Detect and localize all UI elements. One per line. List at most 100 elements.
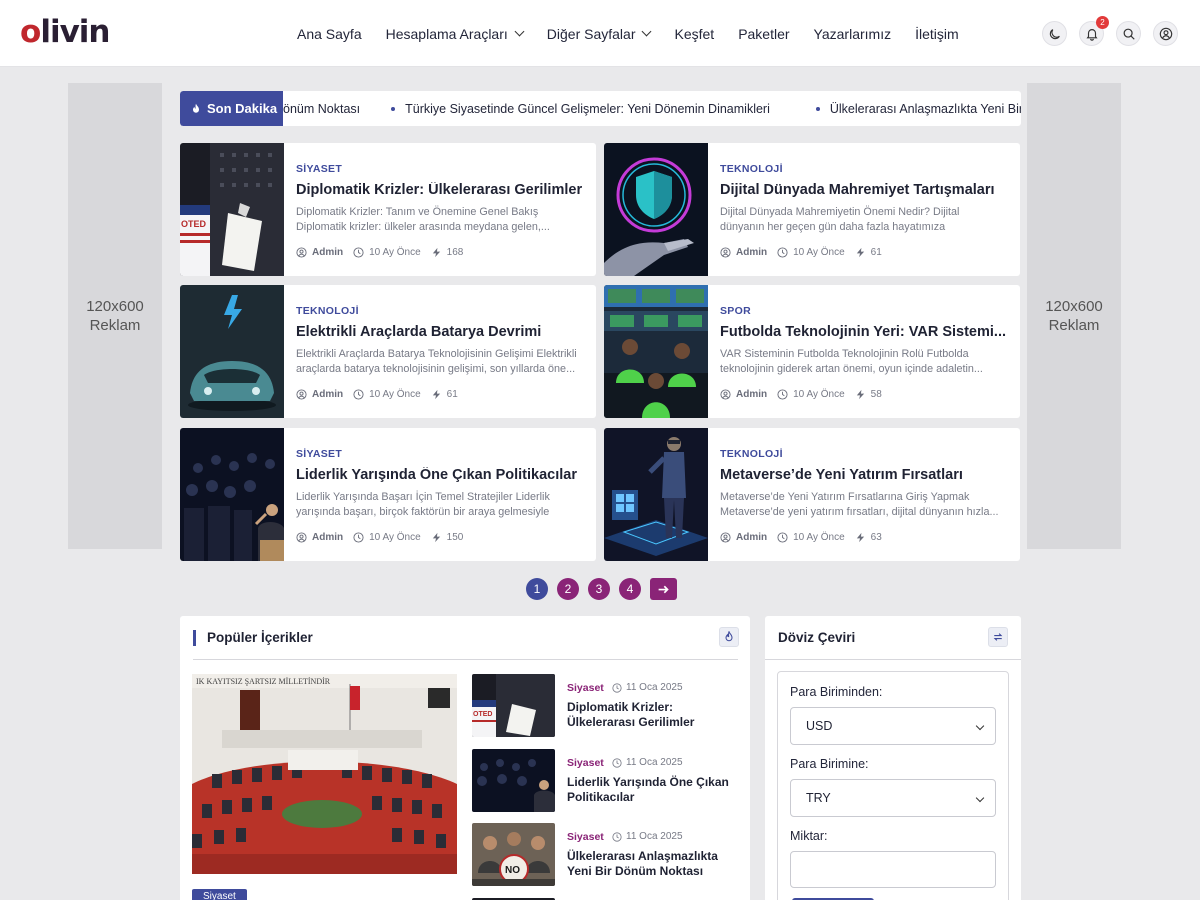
article-image bbox=[180, 285, 284, 418]
article-views: 58 bbox=[870, 389, 882, 400]
page-2-button[interactable]: 2 bbox=[557, 578, 579, 600]
to-currency-select[interactable]: TRY bbox=[790, 779, 996, 817]
article-card[interactable]: TEKNOLOJİ Elektrikli Araçlarda Batarya D… bbox=[180, 285, 596, 418]
article-image bbox=[604, 285, 708, 418]
clock-icon bbox=[612, 757, 622, 768]
article-thumbnail[interactable] bbox=[180, 285, 284, 418]
article-category[interactable]: SİYASET bbox=[296, 163, 342, 175]
svg-text:OTED: OTED bbox=[181, 219, 207, 229]
account-button[interactable] bbox=[1153, 21, 1178, 46]
bolt-icon bbox=[432, 532, 440, 543]
nav-item-contact[interactable]: İletişim bbox=[903, 26, 971, 42]
article-author[interactable]: Admin bbox=[312, 389, 343, 400]
popular-item-category[interactable]: Siyaset bbox=[567, 757, 604, 769]
popular-item-category[interactable]: Siyaset bbox=[567, 831, 604, 843]
dark-mode-button[interactable] bbox=[1042, 21, 1067, 46]
article-image: NO bbox=[472, 823, 555, 886]
nav-item-home[interactable]: Ana Sayfa bbox=[285, 26, 374, 42]
nav-item-packages[interactable]: Paketler bbox=[726, 26, 801, 42]
article-category[interactable]: SPOR bbox=[720, 305, 751, 317]
popular-item-title[interactable]: Diplomatik Krizler: Ülkelerarası Gerilim… bbox=[567, 700, 742, 730]
article-category[interactable]: TEKNOLOJİ bbox=[720, 163, 783, 175]
popular-item[interactable]: Siyaset 11 Oca 2025 Liderlik Yarışında Ö… bbox=[472, 749, 742, 813]
article-title[interactable]: Diplomatik Krizler: Ülkelerarası Gerilim… bbox=[296, 182, 586, 198]
to-currency-label: Para Birimine: bbox=[790, 757, 869, 771]
featured-image[interactable]: IK KAYITSIZ ŞARTSIZ MİLLETİNDİR bbox=[192, 674, 457, 874]
site-logo[interactable]: o livin bbox=[20, 14, 110, 50]
article-card[interactable]: SPOR Futbolda Teknolojinin Yeri: VAR Sis… bbox=[604, 285, 1020, 418]
nav-item-authors[interactable]: Yazarlarımız bbox=[802, 26, 904, 42]
popular-thumbnail[interactable] bbox=[472, 749, 555, 812]
search-button[interactable] bbox=[1116, 21, 1141, 46]
page-1-button[interactable]: 1 bbox=[526, 578, 548, 600]
from-currency-select[interactable]: USD bbox=[790, 707, 996, 745]
popular-thumbnail[interactable]: OTED bbox=[472, 674, 555, 737]
article-time: 10 Ay Önce bbox=[369, 389, 421, 400]
ad-banner-left[interactable]: 120x600 Reklam bbox=[68, 83, 162, 549]
article-category[interactable]: TEKNOLOJİ bbox=[720, 448, 783, 460]
article-image bbox=[472, 749, 555, 812]
article-card[interactable]: OTED SİYASET Diplomatik Krizler: Ülkeler… bbox=[180, 143, 596, 276]
popular-item-title[interactable]: Liderlik Yarışında Öne Çıkan Politikacıl… bbox=[567, 775, 742, 805]
bullet-icon bbox=[391, 106, 396, 111]
from-currency-label: Para Biriminden: bbox=[790, 685, 883, 699]
breaking-news-text: Son Dakika bbox=[207, 101, 278, 116]
popular-item[interactable]: NO Siyaset 11 Oca 2025 Ülkelerarası Anla… bbox=[472, 823, 742, 887]
notifications-button[interactable]: 2 bbox=[1079, 16, 1109, 46]
popular-fire-button[interactable] bbox=[719, 627, 739, 647]
nav-item-calculators[interactable]: Hesaplama Araçları bbox=[374, 26, 535, 42]
article-excerpt: Diplomatik Krizler: Tanım ve Önemine Gen… bbox=[296, 206, 550, 233]
article-card[interactable]: TEKNOLOJİ Metaverse’de Yeni Yatırım Fırs… bbox=[604, 428, 1020, 561]
article-thumbnail[interactable] bbox=[604, 285, 708, 418]
user-icon bbox=[296, 532, 307, 543]
article-title[interactable]: Elektrikli Araçlarda Batarya Devrimi bbox=[296, 324, 586, 340]
article-thumbnail[interactable] bbox=[180, 428, 284, 561]
logo-text: livin bbox=[40, 14, 110, 50]
clock-icon bbox=[777, 389, 788, 400]
article-thumbnail[interactable]: OTED bbox=[180, 143, 284, 276]
clock-icon bbox=[777, 532, 788, 543]
article-author[interactable]: Admin bbox=[736, 389, 767, 400]
article-title[interactable]: Liderlik Yarışında Öne Çıkan Politikacıl… bbox=[296, 467, 586, 483]
article-title[interactable]: Dijital Dünyada Mahremiyet Tartışmaları bbox=[720, 182, 1010, 198]
popular-item-date: 11 Oca 2025 bbox=[612, 682, 683, 693]
popular-item-category[interactable]: Siyaset bbox=[567, 682, 604, 694]
article-time: 10 Ay Önce bbox=[793, 389, 845, 400]
section-divider bbox=[193, 659, 738, 660]
page-3-button[interactable]: 3 bbox=[588, 578, 610, 600]
ad-label: 120x600 Reklam bbox=[86, 298, 144, 334]
popular-item[interactable]: OTED Siyaset 11 Oca 2025 Diplomatik Kriz… bbox=[472, 674, 742, 738]
clock-icon bbox=[612, 831, 622, 842]
nav-item-explore[interactable]: Keşfet bbox=[662, 26, 726, 42]
article-thumbnail[interactable] bbox=[604, 143, 708, 276]
nav-item-other-pages[interactable]: Diğer Sayfalar bbox=[535, 26, 663, 42]
pagination: 1 2 3 4 bbox=[526, 578, 677, 600]
article-author[interactable]: Admin bbox=[312, 247, 343, 258]
ticker-item[interactable]: Türkiye Siyasetinde Güncel Gelişmeler: Y… bbox=[360, 102, 770, 116]
date-text: 11 Oca 2025 bbox=[626, 682, 683, 693]
search-icon bbox=[1123, 28, 1135, 40]
article-title[interactable]: Futbolda Teknolojinin Yeri: VAR Sistemi.… bbox=[720, 324, 1010, 340]
article-card[interactable]: SİYASET Liderlik Yarışında Öne Çıkan Pol… bbox=[180, 428, 596, 561]
article-category[interactable]: TEKNOLOJİ bbox=[296, 305, 359, 317]
amount-input[interactable] bbox=[790, 851, 996, 888]
article-views: 168 bbox=[446, 247, 464, 258]
popular-thumbnail[interactable]: NO bbox=[472, 823, 555, 886]
site-header: o livin Ana Sayfa Hesaplama Araçları Diğe… bbox=[0, 0, 1200, 67]
ticker-item[interactable]: Ülkelerarası Anlaşmazlıkta Yeni Bir Dönü… bbox=[770, 102, 1021, 116]
ticker-item[interactable]: önüm Noktası bbox=[283, 102, 360, 116]
swap-currency-button[interactable] bbox=[988, 627, 1008, 647]
article-author[interactable]: Admin bbox=[736, 247, 767, 258]
popular-title: Popüler İçerikler bbox=[193, 630, 313, 646]
article-card[interactable]: TEKNOLOJİ Dijital Dünyada Mahremiyet Tar… bbox=[604, 143, 1020, 276]
article-author[interactable]: Admin bbox=[736, 532, 767, 543]
article-title[interactable]: Metaverse’de Yeni Yatırım Fırsatları bbox=[720, 467, 1010, 483]
popular-item-title[interactable]: Ülkelerarası Anlaşmazlıkta Yeni Bir Dönü… bbox=[567, 849, 742, 879]
article-category[interactable]: SİYASET bbox=[296, 448, 342, 460]
article-thumbnail[interactable] bbox=[604, 428, 708, 561]
ad-banner-right[interactable]: 120x600 Reklam bbox=[1027, 83, 1121, 549]
featured-category-badge[interactable]: Siyaset bbox=[192, 889, 247, 900]
next-page-button[interactable] bbox=[650, 578, 677, 600]
article-author[interactable]: Admin bbox=[312, 532, 343, 543]
page-4-button[interactable]: 4 bbox=[619, 578, 641, 600]
